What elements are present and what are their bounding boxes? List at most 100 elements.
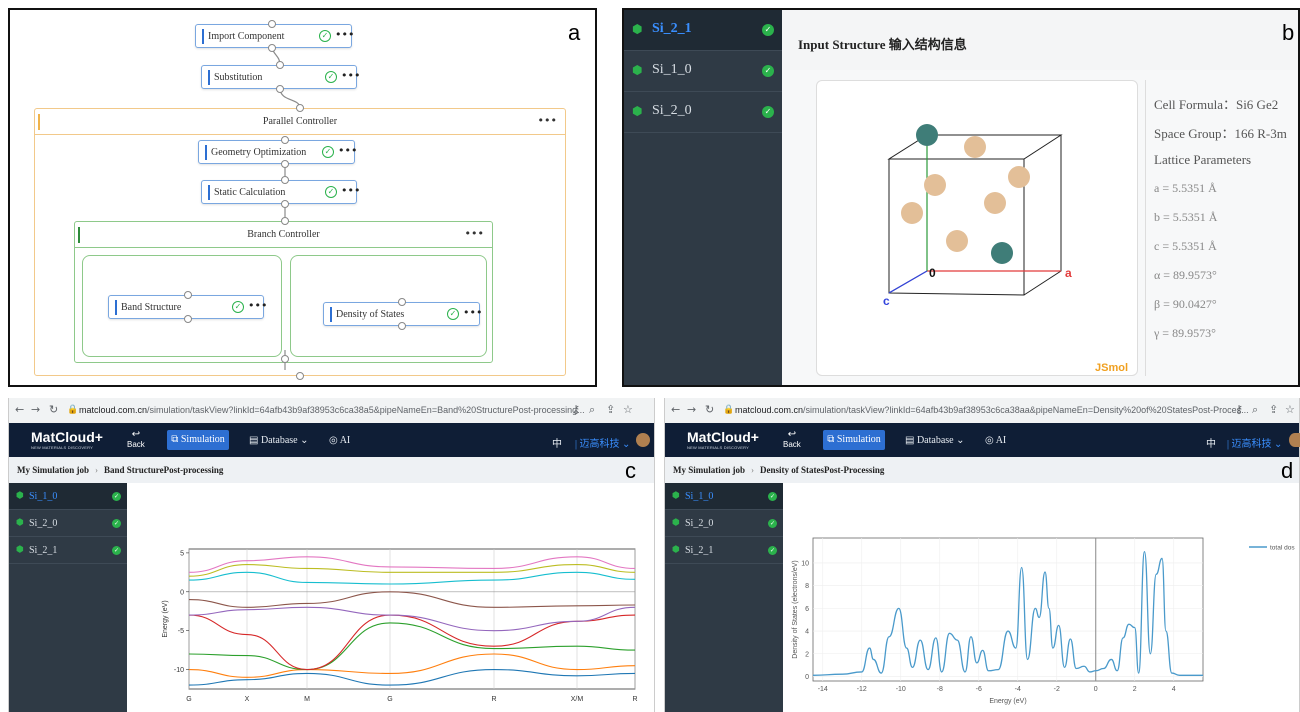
matcloud-logo[interactable]: MatCloud+ NEW MATERIALS DISCOVERY (31, 429, 103, 450)
cube-icon: ⬢ (16, 491, 24, 501)
divider (1145, 80, 1146, 376)
legend-label: total dos (1270, 545, 1295, 552)
parallel-controller-label: Parallel Controller (262, 116, 338, 127)
panel-letter-b: b (1282, 20, 1295, 45)
job-list-item[interactable]: ⬢ Si_2_0 ✓ (665, 510, 783, 537)
database-nav[interactable]: ▤ Database ⌄ (249, 435, 309, 446)
job-list-item[interactable]: ⬢ Si_1_0 ✓ (665, 483, 783, 510)
job-list-item[interactable]: ⬢ Si_2_1 ✓ (665, 537, 783, 564)
check-circle-icon: ✓ (232, 301, 244, 313)
database-nav[interactable]: ▤ Database ⌄ (905, 435, 965, 446)
space-group: Space Group：166 R-3m (1154, 126, 1287, 141)
structure-list-item[interactable]: ⬢ Si_1_0 ✓ (624, 51, 782, 92)
output-port[interactable] (281, 200, 289, 208)
ai-nav[interactable]: ◎ AI (329, 435, 350, 446)
output-port[interactable] (281, 355, 289, 363)
input-port[interactable] (296, 104, 304, 112)
y-tick-label: 2 (805, 651, 809, 658)
lock-icon: 🔒 (723, 405, 735, 415)
output-port[interactable] (276, 85, 284, 93)
job-list-sidebar: ⬢ Si_1_0 ✓ ⬢ Si_2_0 ✓ ⬢ Si_2_1 ✓ (9, 483, 127, 712)
forward-arrow-icon[interactable]: → (31, 403, 40, 416)
static-calculation-node[interactable]: Static Calculation ✓ ••• (201, 180, 360, 204)
input-port[interactable] (281, 136, 289, 144)
reload-icon[interactable]: ↻ (705, 403, 714, 416)
more-menu-icon[interactable]: ••• (463, 306, 482, 319)
more-menu-icon[interactable]: ••• (341, 184, 360, 197)
y-tick-label: -10 (174, 667, 184, 674)
cube-icon: ⬢ (672, 518, 680, 528)
star-icon[interactable]: ☆ (623, 403, 633, 416)
branch-controller[interactable]: Branch Controller ••• (74, 221, 493, 363)
more-menu-icon[interactable]: ••• (338, 144, 357, 157)
language-toggle[interactable]: 中 (552, 435, 562, 450)
a-axis-label: a (1065, 266, 1072, 280)
back-arrow-icon[interactable]: ← (15, 403, 24, 416)
breadcrumb-root[interactable]: My Simulation job (17, 465, 89, 475)
avatar[interactable] (636, 433, 650, 447)
url-text[interactable]: matcloud.com.cn/simulation/taskView?link… (735, 405, 1249, 415)
forward-arrow-icon[interactable]: → (687, 403, 696, 416)
zoom-icon[interactable]: ⌕ (1252, 403, 1258, 417)
check-icon: ✓ (768, 546, 777, 555)
input-port[interactable] (281, 176, 289, 184)
star-icon[interactable]: ☆ (1285, 403, 1295, 416)
output-port[interactable] (184, 315, 192, 323)
structure-list-item[interactable]: ⬢ Si_2_1 ✓ (624, 10, 782, 51)
key-icon[interactable]: ⚷ (572, 403, 580, 416)
avatar[interactable] (1289, 433, 1300, 447)
output-port[interactable] (296, 372, 304, 380)
structure-list-item[interactable]: ⬢ Si_2_0 ✓ (624, 92, 782, 133)
back-arrow-icon[interactable]: ← (671, 403, 680, 416)
back-button[interactable]: ↩ Back (783, 429, 801, 449)
cube-icon: ⬢ (16, 545, 24, 555)
job-list-item[interactable]: ⬢ Si_2_1 ✓ (9, 537, 127, 564)
more-menu-icon[interactable]: ••• (465, 222, 484, 246)
input-port[interactable] (268, 20, 276, 28)
reload-icon[interactable]: ↻ (49, 403, 58, 416)
jsmol-viewer[interactable]: 0 a c JSmol (816, 80, 1138, 376)
app-top-nav: MatCloud+ NEW MATERIALS DISCOVERY ↩ Back ⧉… (665, 423, 1300, 457)
job-list-item[interactable]: ⬢ Si_1_0 ✓ (9, 483, 127, 510)
input-port[interactable] (184, 291, 192, 299)
matcloud-logo[interactable]: MatCloud+ NEW MATERIALS DISCOVERY (687, 429, 759, 450)
input-port[interactable] (398, 298, 406, 306)
output-port[interactable] (268, 44, 276, 52)
breadcrumb-root[interactable]: My Simulation job (673, 465, 745, 475)
simulation-nav-button[interactable]: ⧉ Simulation (823, 430, 885, 450)
share-icon[interactable]: ⇪ (1269, 403, 1278, 416)
share-icon[interactable]: ⇪ (606, 403, 615, 416)
company-menu[interactable]: | 迈高科技 ⌄ (575, 435, 630, 450)
url-text[interactable]: matcloud.com.cn/simulation/taskView?link… (79, 405, 585, 415)
job-list-item[interactable]: ⬢ Si_2_0 ✓ (9, 510, 127, 537)
y-tick-label: 0 (180, 589, 184, 596)
node-accent-bar (205, 145, 207, 160)
breadcrumb: My Simulation job › Density of StatesPost-… (665, 457, 1299, 483)
simulation-nav-button[interactable]: ⧉ Simulation (167, 430, 229, 450)
lattice-a: a = 5.5351 Å (1154, 181, 1217, 195)
language-toggle[interactable]: 中 (1206, 435, 1216, 450)
more-menu-icon[interactable]: ••• (538, 109, 557, 133)
breadcrumb-separator-icon: › (95, 465, 99, 475)
back-button[interactable]: ↩ Back (127, 429, 145, 449)
zoom-icon[interactable]: ⌕ (589, 403, 595, 417)
breadcrumb-current: Density of StatesPost-Processing (760, 465, 885, 475)
input-port[interactable] (281, 217, 289, 225)
geometry-optimization-node[interactable]: Geometry Optimization ✓ ••• (198, 140, 357, 164)
input-port[interactable] (276, 61, 284, 69)
node-label: Density of States (336, 309, 405, 320)
check-icon: ✓ (762, 106, 774, 118)
more-menu-icon[interactable]: ••• (335, 28, 354, 41)
output-port[interactable] (398, 322, 406, 330)
more-menu-icon[interactable]: ••• (248, 299, 267, 312)
undo-icon: ↩ (787, 429, 797, 440)
ai-nav[interactable]: ◎ AI (985, 435, 1006, 446)
panel-letter-c: c (625, 458, 636, 483)
node-accent-bar (330, 307, 332, 322)
y-tick-label: 10 (801, 560, 809, 567)
key-icon[interactable]: ⚷ (1235, 403, 1243, 416)
parallel-controller-header: Parallel Controller ••• (35, 109, 565, 135)
company-menu[interactable]: | 迈高科技 ⌄ (1227, 435, 1282, 450)
more-menu-icon[interactable]: ••• (341, 69, 360, 82)
output-port[interactable] (281, 160, 289, 168)
